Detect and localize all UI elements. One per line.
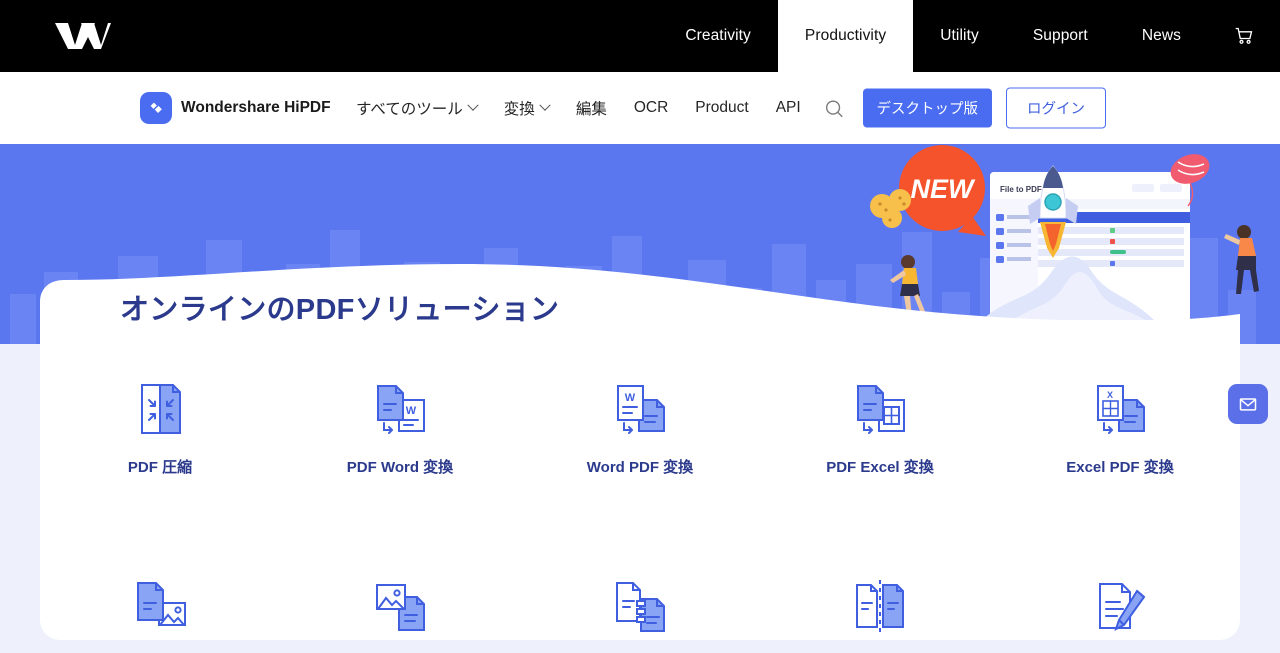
shopping-cart-icon[interactable] [1208, 0, 1280, 72]
topnav-item-creativity[interactable]: Creativity [658, 0, 778, 72]
tool-excel-to-pdf[interactable]: X Excel PDF 変換 [1000, 376, 1240, 477]
tool-label: Excel PDF 変換 [1066, 459, 1174, 476]
subnav-item-ocr[interactable]: OCR [634, 99, 668, 117]
product-navigation-bar: Wondershare HiPDF すべてのツール 変換 編集 OCR Prod… [0, 72, 1280, 144]
subnav-item-api[interactable]: API [776, 99, 801, 117]
tool-label: PDF 圧縮 [127, 459, 193, 476]
subnav-label: OCR [633, 99, 669, 116]
excel-to-pdf-icon: X [1089, 376, 1151, 442]
tool-merge-pdf[interactable] [520, 573, 760, 653]
topnav-label: Support [1032, 27, 1088, 44]
top-navigation-bar: Creativity Productivity Utility Support … [0, 0, 1280, 72]
page-title: オンラインのPDFソリューション [120, 294, 560, 326]
hipdf-brand-link[interactable]: Wondershare HiPDF [140, 92, 331, 124]
tool-pdf-to-word[interactable]: W PDF Word 変換 [280, 376, 520, 477]
tool-image-to-pdf[interactable] [280, 573, 520, 653]
pdf-to-excel-icon [849, 376, 911, 442]
top-nav-items: Creativity Productivity Utility Support … [658, 0, 1280, 72]
tool-word-to-pdf[interactable]: W Word PDF 変換 [520, 376, 760, 477]
login-button[interactable]: ログイン [1006, 87, 1106, 129]
compress-pdf-icon [129, 376, 191, 442]
desktop-version-button[interactable]: デスクトップ版 [862, 88, 992, 128]
chevron-down-icon [467, 99, 479, 111]
tool-edit-pdf[interactable] [1000, 573, 1240, 653]
person-right-illustration [1224, 225, 1259, 294]
rocket-launch-pdf-app-illustration: File to PDF NEW [870, 145, 1259, 322]
pdf-to-word-icon: W [369, 376, 431, 442]
new-badge-label: NEW [911, 174, 977, 204]
topnav-item-utility[interactable]: Utility [913, 0, 1006, 72]
pdf-to-image-icon [129, 573, 191, 639]
subnav-item-product[interactable]: Product [695, 99, 748, 117]
svg-text:W: W [625, 392, 636, 404]
chevron-down-icon [539, 99, 551, 111]
topnav-label: Creativity [685, 27, 751, 44]
split-pdf-icon [849, 573, 911, 639]
product-nav-actions: デスクトップ版 ログイン [819, 87, 1106, 129]
tool-label: PDF Word 変換 [346, 459, 454, 476]
subnav-label: Product [695, 99, 749, 116]
merge-pdf-icon [609, 573, 671, 639]
topnav-label: Productivity [804, 27, 887, 44]
subnav-label: 変換 [503, 101, 535, 118]
svg-text:W: W [406, 405, 417, 417]
edit-pdf-icon [1089, 573, 1151, 639]
tool-grid: PDF 圧縮 W PDF Word 変換 W Word PDF 変換 PDF E… [40, 376, 1240, 653]
subnav-label: API [775, 99, 801, 116]
image-to-pdf-icon [369, 573, 431, 639]
topnav-item-news[interactable]: News [1115, 0, 1208, 72]
tool-label: PDF Excel 変換 [826, 459, 934, 476]
svg-text:X: X [1107, 390, 1113, 400]
subnav-item-all-tools[interactable]: すべてのツール [356, 97, 479, 119]
subnav-label: 編集 [575, 101, 607, 118]
wondershare-logo-icon[interactable] [50, 18, 114, 54]
app-window-title: File to PDF [1000, 185, 1042, 194]
contact-mail-button[interactable] [1228, 384, 1268, 424]
topnav-label: News [1141, 27, 1181, 44]
hipdf-brand-name: Wondershare HiPDF [181, 99, 331, 116]
topnav-label: Utility [940, 27, 979, 44]
topnav-item-support[interactable]: Support [1006, 0, 1115, 72]
tool-pdf-to-excel[interactable]: PDF Excel 変換 [760, 376, 1000, 477]
search-icon[interactable] [819, 93, 849, 123]
envelope-icon [1239, 398, 1257, 411]
subnav-item-edit[interactable]: 編集 [576, 97, 607, 119]
tool-split-pdf[interactable] [760, 573, 1000, 653]
tool-label: Word PDF 変換 [586, 459, 694, 476]
word-to-pdf-icon: W [609, 376, 671, 442]
subnav-label: すべてのツール [356, 101, 463, 118]
person-left-illustration [890, 255, 926, 320]
hipdf-diamond-logo-icon [140, 92, 172, 124]
product-nav-links: すべてのツール 変換 編集 OCR Product API [356, 97, 801, 119]
subnav-item-convert[interactable]: 変換 [503, 97, 551, 119]
topnav-item-productivity[interactable]: Productivity [777, 0, 914, 72]
tool-compress-pdf[interactable]: PDF 圧縮 [40, 376, 280, 477]
tool-pdf-to-image[interactable] [40, 573, 280, 653]
